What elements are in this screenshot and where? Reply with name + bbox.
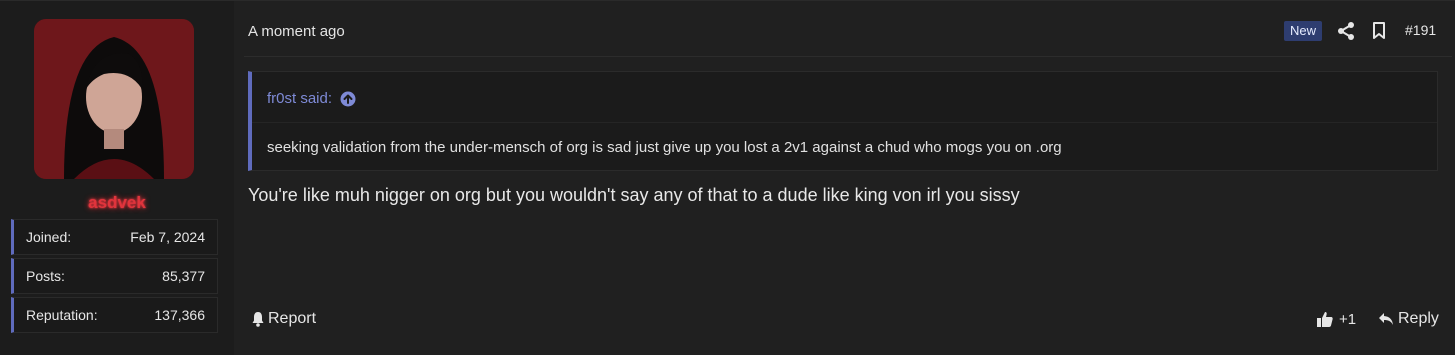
stat-value: 137,366 [154, 307, 205, 323]
stat-label: Joined: [26, 229, 72, 245]
stat-joined: Joined: Feb 7, 2024 [11, 219, 218, 255]
user-sidebar: asdvek Joined: Feb 7, 2024 Posts: 85,377… [0, 1, 234, 355]
like-button[interactable]: +1 [1316, 310, 1356, 328]
post-message: You're like muh nigger on org but you wo… [248, 185, 1020, 205]
stat-reputation: Reputation: 137,366 [11, 297, 218, 333]
quote-header[interactable]: fr0st said: [267, 90, 356, 107]
header-divider [244, 56, 1452, 57]
reply-arrow-icon [1378, 312, 1394, 326]
quote-author[interactable]: fr0st said: [267, 90, 332, 107]
quote-divider [252, 122, 1437, 123]
bookmark-icon[interactable] [1372, 21, 1386, 41]
stat-label: Posts: [26, 268, 65, 284]
reaction-count[interactable]: +1 [1339, 311, 1356, 328]
report-button[interactable]: Report [250, 310, 316, 328]
post-main: A moment ago New #191 fr0st said: seekin… [234, 1, 1455, 355]
user-avatar[interactable] [34, 19, 194, 179]
post-number-link[interactable]: #191 [1405, 22, 1436, 38]
thumbs-up-icon [1316, 310, 1334, 328]
post-timestamp[interactable]: A moment ago [248, 23, 345, 40]
share-icon[interactable] [1337, 21, 1355, 41]
reply-button[interactable]: Reply [1378, 310, 1439, 328]
report-label: Report [268, 310, 317, 327]
stat-posts: Posts: 85,377 [11, 258, 218, 294]
post-container: asdvek Joined: Feb 7, 2024 Posts: 85,377… [0, 0, 1455, 355]
arrow-up-circle-icon[interactable] [340, 91, 356, 107]
stat-value: Feb 7, 2024 [130, 229, 205, 245]
avatar-image [34, 19, 194, 179]
quote-text: seeking validation from the under-mensch… [267, 139, 1062, 156]
username[interactable]: asdvek [0, 193, 234, 213]
reply-label: Reply [1398, 310, 1439, 327]
bell-icon [250, 311, 266, 327]
new-badge: New [1284, 21, 1323, 41]
stat-value[interactable]: 85,377 [162, 268, 205, 284]
stat-label: Reputation: [26, 307, 98, 323]
quote-block: fr0st said: seeking validation from the … [248, 71, 1438, 171]
